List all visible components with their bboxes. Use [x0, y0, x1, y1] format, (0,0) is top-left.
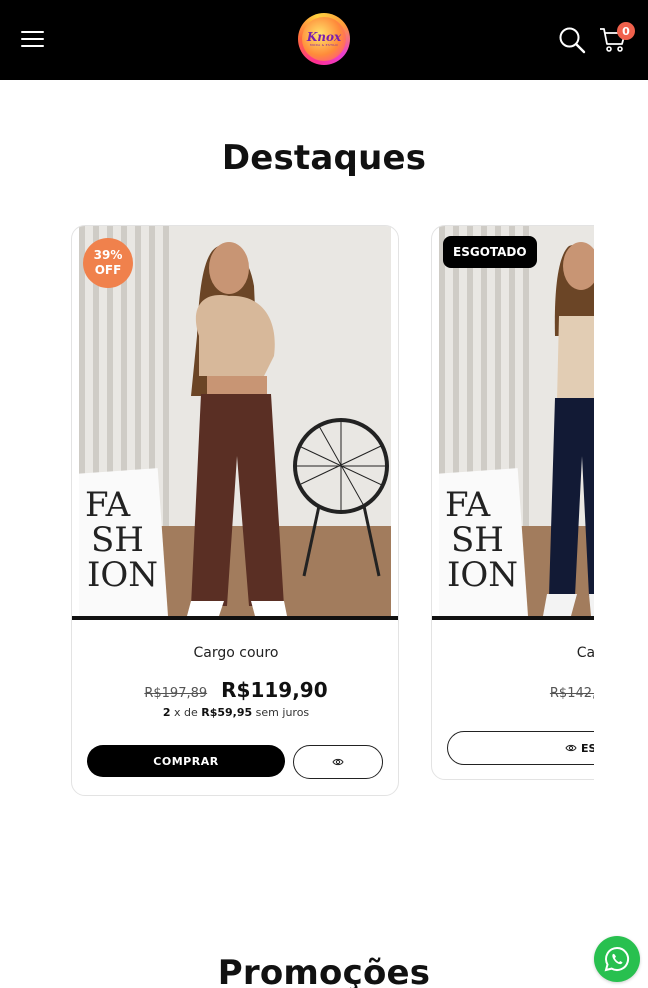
price-row: R$142,89 R — [432, 678, 594, 702]
cart-count-badge: 0 — [617, 22, 635, 40]
sold-out-badge: ESGOTADO — [443, 236, 537, 268]
installments: 2 x de R$59,95 sem juros — [72, 706, 398, 719]
old-price: R$197,89 — [144, 686, 208, 701]
price-row: R$197,89 R$119,90 — [72, 678, 398, 702]
menu-icon[interactable] — [21, 30, 44, 48]
quick-view-button[interactable] — [293, 745, 383, 779]
product-image[interactable]: FA SH ION — [439, 226, 594, 616]
product-card[interactable]: FA SH ION 39% OFF Cargo couro R$197,89 R… — [71, 225, 399, 796]
sold-out-button-label: ES — [581, 741, 594, 755]
installment-suffix: sem juros — [255, 706, 310, 719]
installment-count: 2 — [162, 706, 171, 719]
svg-text:ION: ION — [87, 555, 158, 595]
image-divider — [72, 616, 398, 620]
installment-value: R$59,95 — [201, 706, 253, 719]
image-divider — [432, 616, 594, 620]
logo-inner: Knox MODA & ESTILO — [302, 17, 346, 61]
svg-text:FA: FA — [85, 485, 131, 525]
svg-text:FA: FA — [445, 485, 491, 525]
svg-text:ION: ION — [447, 555, 518, 595]
product-card[interactable]: FA SH ION ESGOTADO Calça R$142,89 R ES — [431, 225, 594, 780]
logo-text: Knox — [306, 30, 342, 44]
sold-out-button[interactable]: ES — [447, 731, 594, 765]
logo-subtext: MODA & ESTILO — [310, 43, 338, 47]
promotions-section-title: Promoções — [217, 953, 431, 988]
whatsapp-button[interactable] — [594, 936, 640, 982]
search-icon[interactable] — [558, 26, 586, 54]
old-price: R$142,89 — [549, 686, 594, 701]
svg-text:SH: SH — [451, 520, 504, 560]
product-name[interactable]: Calça — [432, 645, 594, 661]
whatsapp-icon — [604, 946, 629, 972]
eye-icon — [332, 758, 344, 766]
installment-x: x de — [173, 706, 198, 719]
discount-percent: 39% — [93, 248, 123, 262]
svg-text:SH: SH — [91, 520, 144, 560]
top-header: Knox MODA & ESTILO 0 — [0, 0, 648, 80]
product-photo-illustration: FA SH ION — [79, 226, 391, 616]
eye-icon — [565, 744, 577, 752]
buy-button[interactable]: COMPRAR — [87, 745, 285, 777]
product-image[interactable]: FA SH ION — [79, 226, 391, 616]
store-logo[interactable]: Knox MODA & ESTILO — [298, 13, 350, 65]
featured-carousel: FA SH ION 39% OFF Cargo couro R$197,89 R… — [70, 224, 594, 804]
featured-section-title: Destaques — [221, 138, 427, 178]
discount-off: OFF — [94, 263, 122, 277]
discount-badge: 39% OFF — [83, 238, 133, 288]
current-price: R$119,90 — [221, 678, 328, 702]
product-photo-illustration: FA SH ION — [439, 226, 594, 616]
product-name[interactable]: Cargo couro — [72, 645, 398, 661]
